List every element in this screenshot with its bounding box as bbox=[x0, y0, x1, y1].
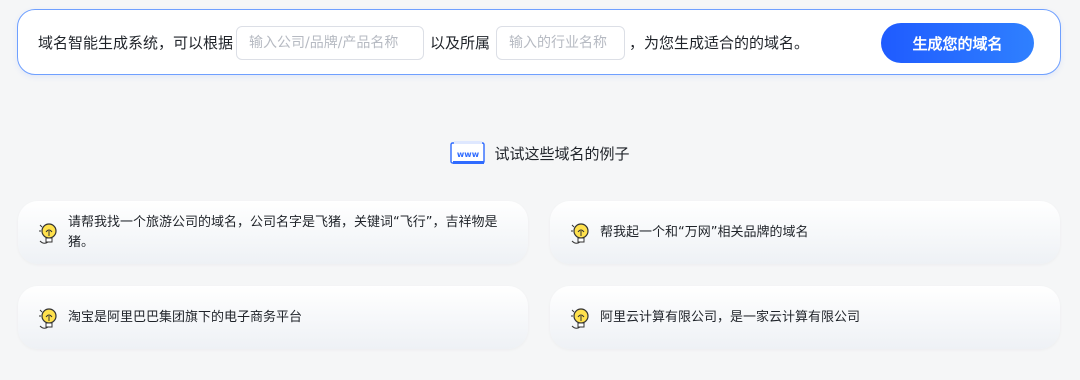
lightbulb-icon bbox=[39, 222, 57, 244]
industry-name-input[interactable] bbox=[496, 26, 625, 60]
lightbulb-icon bbox=[571, 307, 589, 329]
example-card[interactable]: 请帮我找一个旅游公司的域名，公司名字是飞猪，关键词“飞行”，吉祥物是猪。 bbox=[18, 201, 528, 264]
example-card[interactable]: 帮我起一个和“万网”相关品牌的域名 bbox=[550, 201, 1060, 264]
middle-text: 以及所属 bbox=[430, 34, 491, 52]
example-card[interactable]: 淘宝是阿里巴巴集团旗下的电子商务平台 bbox=[18, 286, 528, 349]
examples-title: 试试这些域名的例子 bbox=[494, 144, 630, 163]
example-text: 请帮我找一个旅游公司的域名，公司名字是飞猪，关键词“飞行”，吉祥物是猪。 bbox=[68, 214, 498, 250]
generate-domain-button[interactable]: 生成您的域名 bbox=[881, 23, 1034, 63]
example-text: 淘宝是阿里巴巴集团旗下的电子商务平台 bbox=[68, 309, 303, 325]
example-card[interactable]: 阿里云计算有限公司，是一家云计算有限公司 bbox=[550, 286, 1060, 349]
www-icon: www bbox=[450, 141, 486, 164]
lightbulb-icon bbox=[571, 222, 589, 244]
example-text: 阿里云计算有限公司，是一家云计算有限公司 bbox=[600, 309, 861, 325]
lightbulb-icon bbox=[39, 307, 57, 329]
company-name-input[interactable] bbox=[236, 26, 424, 60]
intro-text: 域名智能生成系统，可以根据 bbox=[38, 34, 234, 52]
domain-generator-bar: 域名智能生成系统，可以根据 以及所属 ，为您生成适合的的域名。 生成您的域名 bbox=[17, 9, 1061, 75]
suffix-text: ，为您生成适合的的域名。 bbox=[629, 34, 810, 52]
www-icon-label: www bbox=[457, 150, 480, 159]
example-text: 帮我起一个和“万网”相关品牌的域名 bbox=[600, 224, 809, 240]
examples-header: www 试试这些域名的例子 bbox=[0, 140, 1080, 166]
